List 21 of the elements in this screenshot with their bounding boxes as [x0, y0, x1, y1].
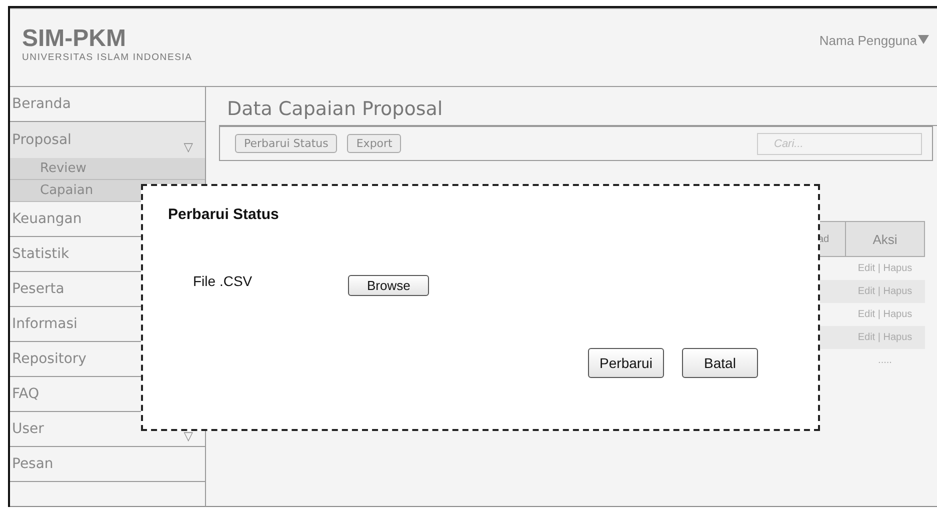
toolbar-button[interactable]: Export	[347, 134, 402, 153]
user-menu[interactable]: Nama Pengguna	[819, 33, 929, 48]
action-links[interactable]: Edit | Hapus	[846, 280, 924, 303]
app-logo: SIM-PKM	[22, 26, 127, 52]
dialog-button[interactable]: Batal	[682, 348, 758, 378]
expand-toggle[interactable]: ▽	[184, 141, 193, 153]
university-name: UNIVERSITAS ISLAM INDONESIA	[22, 52, 192, 63]
action-links[interactable]: Edit | Hapus	[846, 303, 924, 326]
column-header: Aksi	[846, 222, 924, 256]
browse-button[interactable]: Browse	[348, 275, 430, 296]
sidebar-subitem[interactable]: Review	[10, 158, 205, 180]
toolbar-button[interactable]: Perbarui Status	[235, 134, 338, 153]
search-field[interactable]: Cari...	[757, 132, 922, 154]
action-links[interactable]: Edit | Hapus	[846, 326, 924, 349]
dropdown-icon	[918, 34, 929, 44]
page-title: Data Capaian Proposal	[219, 93, 937, 126]
sidebar-item[interactable]: Proposal ▽	[10, 122, 205, 158]
action-links[interactable]: Edit | Hapus	[846, 256, 924, 280]
expand-toggle[interactable]: ▽	[184, 430, 193, 442]
dialog-button[interactable]: Perbarui	[588, 348, 664, 378]
action-links[interactable]: .....	[846, 349, 924, 372]
